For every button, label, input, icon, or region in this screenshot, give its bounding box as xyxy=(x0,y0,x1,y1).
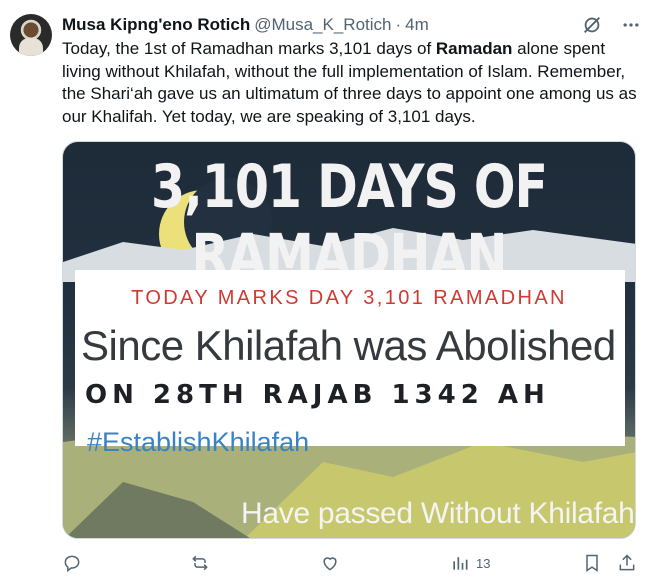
separator: · xyxy=(395,15,402,34)
share-icon xyxy=(617,553,637,573)
timestamp[interactable]: 4m xyxy=(405,15,429,35)
image-bottom-text: Have passed Without Khilafah xyxy=(241,497,635,530)
tweet-top-actions xyxy=(581,14,641,36)
tweet-text-part: Today, the 1st of Ramadhan marks 3,101 d… xyxy=(62,39,436,58)
author-handle[interactable]: @Musa_K_Rotich xyxy=(254,15,391,35)
tweet-image[interactable]: 3,101 DAYS OF RAMADHAN TODAY MARKS DAY 3… xyxy=(62,141,636,539)
reply-button[interactable] xyxy=(62,553,82,573)
retweet-icon xyxy=(190,553,210,573)
image-line-date: ON 28TH RAJAB 1342 AH xyxy=(85,380,550,410)
avatar[interactable] xyxy=(10,14,52,56)
reply-icon xyxy=(62,553,82,573)
tweet-actions: 13 xyxy=(62,553,642,577)
tweet-text-bold: Ramadan xyxy=(435,39,513,58)
bookmark-button[interactable] xyxy=(582,553,602,573)
image-hashtag: #EstablishKhilafah xyxy=(87,427,310,457)
grok-icon[interactable] xyxy=(581,14,603,36)
tweet-text: Today, the 1st of Ramadhan marks 3,101 d… xyxy=(62,38,642,128)
like-button[interactable] xyxy=(320,553,340,573)
tweet-header: Musa Kipng'eno Rotich @Musa_K_Rotich · 4… xyxy=(62,14,429,36)
image-line-day: TODAY MARKS DAY 3,101 RAMADHAN xyxy=(131,287,567,309)
image-line-abolished: Since Khilafah was Abolished xyxy=(81,322,616,369)
more-icon[interactable] xyxy=(621,15,641,35)
retweet-button[interactable] xyxy=(190,553,210,573)
share-button[interactable] xyxy=(617,553,637,573)
bookmark-icon xyxy=(582,553,602,573)
views-button[interactable]: 13 xyxy=(450,553,490,573)
views-count: 13 xyxy=(476,555,491,571)
views-icon xyxy=(450,553,470,573)
author-name[interactable]: Musa Kipng'eno Rotich xyxy=(62,15,250,35)
like-icon xyxy=(320,553,340,573)
